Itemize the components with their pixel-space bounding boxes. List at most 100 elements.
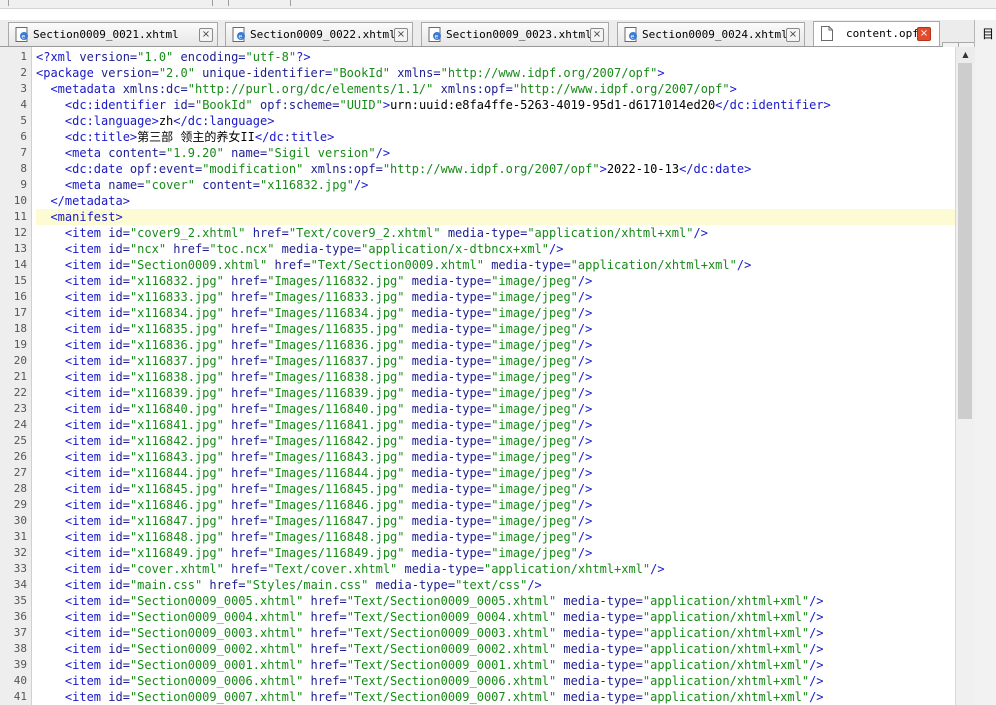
- code-line[interactable]: <item id="x116837.jpg" href="Images/1168…: [36, 353, 955, 369]
- code-token: "BookId": [332, 66, 391, 80]
- code-line[interactable]: <item id="x116833.jpg" href="Images/1168…: [36, 289, 955, 305]
- code-token: "image/jpeg": [491, 274, 578, 288]
- code-token: <item: [64, 642, 102, 656]
- code-line[interactable]: <item id="x116840.jpg" href="Images/1168…: [36, 401, 955, 417]
- tab-section0009-0022[interactable]: e Section0009_0022.xhtml ×: [225, 22, 413, 46]
- code-token: href=: [223, 498, 268, 512]
- code-line[interactable]: </metadata>: [36, 193, 955, 209]
- code-line[interactable]: <item id="x116842.jpg" href="Images/1168…: [36, 433, 955, 449]
- code-token: media-type=: [483, 258, 571, 272]
- code-line[interactable]: <item id="ncx" href="toc.ncx" media-type…: [36, 241, 955, 257]
- code-token: <item: [64, 626, 102, 640]
- code-line[interactable]: <item id="x116845.jpg" href="Images/1168…: [36, 481, 955, 497]
- code-line[interactable]: <dc:language>zh</dc:language>: [36, 113, 955, 129]
- tab-label: Section0009_0021.xhtml: [33, 28, 179, 41]
- code-token: href=: [223, 546, 268, 560]
- close-icon[interactable]: ×: [590, 28, 604, 42]
- code-token: <item: [64, 402, 102, 416]
- code-line[interactable]: <dc:title>第三部 领主的养女II</dc:title>: [36, 129, 955, 145]
- code-line[interactable]: <item id="x116838.jpg" href="Images/1168…: [36, 369, 955, 385]
- code-line[interactable]: <item id="Section0009_0001.xhtml" href="…: [36, 657, 955, 673]
- code-line[interactable]: <item id="x116841.jpg" href="Images/1168…: [36, 417, 955, 433]
- tab-section0009-0024[interactable]: e Section0009_0024.xhtml ×: [617, 22, 805, 46]
- code-line[interactable]: <item id="x116835.jpg" href="Images/1168…: [36, 321, 955, 337]
- tab-content-opf[interactable]: content.opf ×: [813, 21, 940, 46]
- code-token: "1.0": [137, 50, 174, 64]
- code-token: "Images/116842.jpg": [267, 434, 405, 448]
- line-number: 4: [20, 98, 27, 111]
- line-number: 29: [13, 498, 27, 511]
- code-line[interactable]: <item id="main.css" href="Styles/main.cs…: [36, 577, 955, 593]
- code-line[interactable]: <manifest>: [36, 209, 955, 225]
- code-token: media-type=: [397, 562, 484, 576]
- code-line[interactable]: <item id="x116848.jpg" href="Images/1168…: [36, 529, 955, 545]
- close-icon[interactable]: ×: [199, 28, 213, 42]
- code-line[interactable]: <item id="x116846.jpg" href="Images/1168…: [36, 497, 955, 513]
- code-token: />: [809, 626, 824, 640]
- line-number: 38: [13, 642, 27, 655]
- code-line[interactable]: <dc:date opf:event="modification" xmlns:…: [36, 161, 955, 177]
- vertical-scrollbar[interactable]: ▲: [955, 47, 975, 705]
- code-token: <item: [64, 482, 102, 496]
- code-line[interactable]: <item id="Section0009_0007.xhtml" href="…: [36, 689, 955, 705]
- code-token: "2.0": [158, 66, 195, 80]
- code-token: "Text/Section0009_0005.xhtml": [346, 594, 557, 608]
- side-panel[interactable]: 目: [974, 20, 996, 705]
- code-line[interactable]: <meta content="1.9.20" name="Sigil versi…: [36, 145, 955, 161]
- code-line[interactable]: <dc:identifier id="BookId" opf:scheme="U…: [36, 97, 955, 113]
- code-token: href=: [223, 290, 268, 304]
- code-token: "Section0009_0003.xhtml": [129, 626, 304, 640]
- code-token: "application/x-dtbncx+xml": [361, 242, 549, 256]
- line-number: 40: [13, 674, 27, 687]
- code-line[interactable]: <item id="Section0009_0005.xhtml" href="…: [36, 593, 955, 609]
- line-number: 14: [13, 258, 27, 271]
- code-editor[interactable]: 1 2 3 4 5 6 7 8 9 10 11 12 13 14 15 16 17 18 19 20 21 22 23 24 2…: [0, 47, 955, 705]
- line-number: 8: [20, 162, 27, 175]
- xhtml-file-icon: e: [15, 27, 28, 42]
- close-icon[interactable]: ×: [917, 27, 931, 41]
- code-line[interactable]: <meta name="cover" content="x116832.jpg"…: [36, 177, 955, 193]
- code-line[interactable]: <metadata xmlns:dc="http://purl.org/dc/e…: [36, 81, 955, 97]
- tab-section0009-0021[interactable]: e Section0009_0021.xhtml ×: [8, 22, 218, 46]
- code-line[interactable]: <package version="2.0" unique-identifier…: [36, 65, 955, 81]
- code-line[interactable]: <item id="x116843.jpg" href="Images/1168…: [36, 449, 955, 465]
- code-line[interactable]: <item id="x116849.jpg" href="Images/1168…: [36, 545, 955, 561]
- code-line[interactable]: <item id="Section0009_0003.xhtml" href="…: [36, 625, 955, 641]
- code-line[interactable]: <?xml version="1.0" encoding="utf-8"?>: [36, 49, 955, 65]
- tab-section0009-0023[interactable]: e Section0009_0023.xhtml ×: [421, 22, 609, 46]
- code-token: "UUID": [339, 98, 383, 112]
- code-line[interactable]: <item id="cover.xhtml" href="Text/cover.…: [36, 561, 955, 577]
- code-token: "http://purl.org/dc/elements/1.1/": [187, 82, 434, 96]
- code-token: >: [657, 66, 665, 80]
- code-area[interactable]: <?xml version="1.0" encoding="utf-8"?> <p…: [36, 47, 955, 705]
- scroll-up-icon[interactable]: ▲: [956, 47, 975, 63]
- code-line[interactable]: <item id="x116847.jpg" href="Images/1168…: [36, 513, 955, 529]
- code-token: "main.css": [129, 578, 203, 592]
- code-line[interactable]: <item id="Section0009.xhtml" href="Text/…: [36, 257, 955, 273]
- code-line[interactable]: <item id="Section0009_0004.xhtml" href="…: [36, 609, 955, 625]
- code-line[interactable]: <item id="cover9_2.xhtml" href="Text/cov…: [36, 225, 955, 241]
- code-line[interactable]: <item id="x116839.jpg" href="Images/1168…: [36, 385, 955, 401]
- code-token: "x116836.jpg": [129, 338, 224, 352]
- close-icon[interactable]: ×: [394, 28, 408, 42]
- code-token: ?>: [296, 50, 311, 64]
- close-icon[interactable]: ×: [786, 28, 800, 42]
- code-token: />: [577, 386, 593, 400]
- code-token: content=: [194, 178, 260, 192]
- scrollbar-thumb[interactable]: [958, 63, 972, 419]
- code-line[interactable]: <item id="Section0009_0002.xhtml" href="…: [36, 641, 955, 657]
- code-token: href=: [223, 402, 268, 416]
- code-line[interactable]: <item id="Section0009_0006.xhtml" href="…: [36, 673, 955, 689]
- code-line[interactable]: <item id="x116832.jpg" href="Images/1168…: [36, 273, 955, 289]
- code-line[interactable]: <item id="x116836.jpg" href="Images/1168…: [36, 337, 955, 353]
- code-token: media-type=: [404, 482, 492, 496]
- code-line[interactable]: <item id="x116844.jpg" href="Images/1168…: [36, 465, 955, 481]
- code-token: "application/xhtml+xml": [570, 258, 737, 272]
- code-line[interactable]: <item id="x116834.jpg" href="Images/1168…: [36, 305, 955, 321]
- code-token: "Section0009.xhtml": [129, 258, 268, 272]
